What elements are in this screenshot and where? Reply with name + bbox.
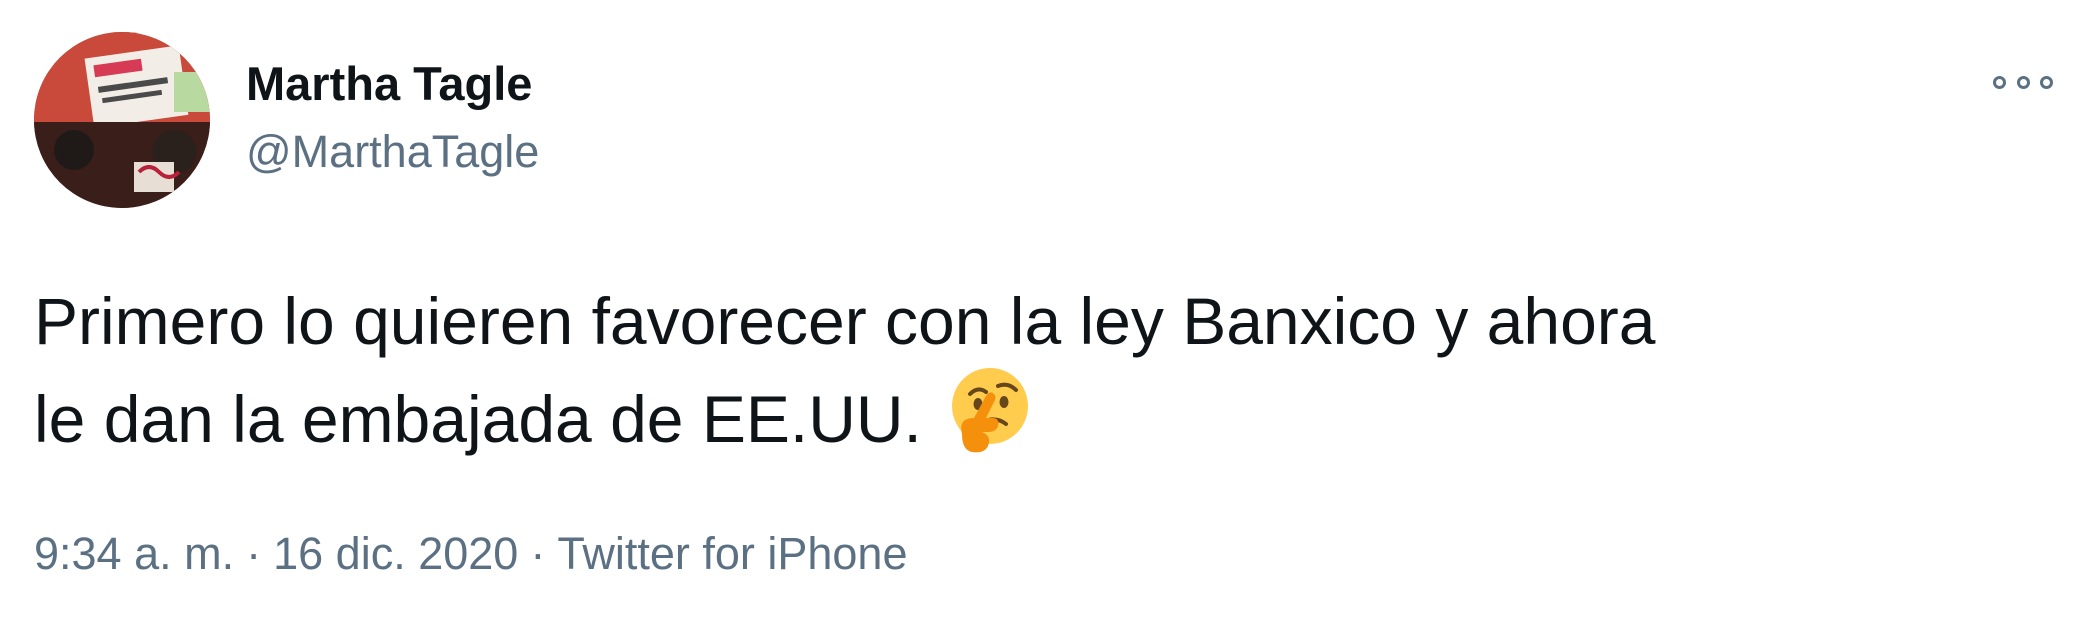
meta-separator: · — [530, 528, 546, 579]
more-dot — [1993, 75, 2006, 89]
author-name[interactable]: Martha Tagle — [246, 56, 532, 111]
author-avatar[interactable] — [34, 32, 210, 208]
meta-separator: · — [246, 528, 262, 579]
more-options-icon[interactable] — [1993, 62, 2053, 102]
thinking-face-emoji-icon — [951, 368, 1028, 453]
more-dot — [2040, 75, 2053, 89]
tweet-text-line: le dan la embajada de EE.UU. — [34, 364, 2054, 462]
tweet-text-line-2: le dan la embajada de EE.UU. — [34, 382, 922, 456]
tweet-source[interactable]: Twitter for iPhone — [557, 528, 907, 579]
tweet-text: Primero lo quieren favorecer con la ley … — [34, 278, 2054, 462]
avatar-image — [34, 32, 210, 208]
tweet-meta: 9:34 a. m. · 16 dic. 2020 · Twitter for iPho… — [34, 528, 907, 580]
tweet-card: Martha Tagle @MarthaTagle Primero lo qui… — [0, 0, 2093, 620]
tweet-text-line: Primero lo quieren favorecer con la ley … — [34, 284, 1656, 358]
more-dot — [2016, 75, 2030, 89]
author-handle[interactable]: @MarthaTagle — [246, 126, 539, 178]
tweet-date[interactable]: 16 dic. 2020 — [273, 528, 518, 579]
tweet-time[interactable]: 9:34 a. m. — [34, 528, 234, 579]
